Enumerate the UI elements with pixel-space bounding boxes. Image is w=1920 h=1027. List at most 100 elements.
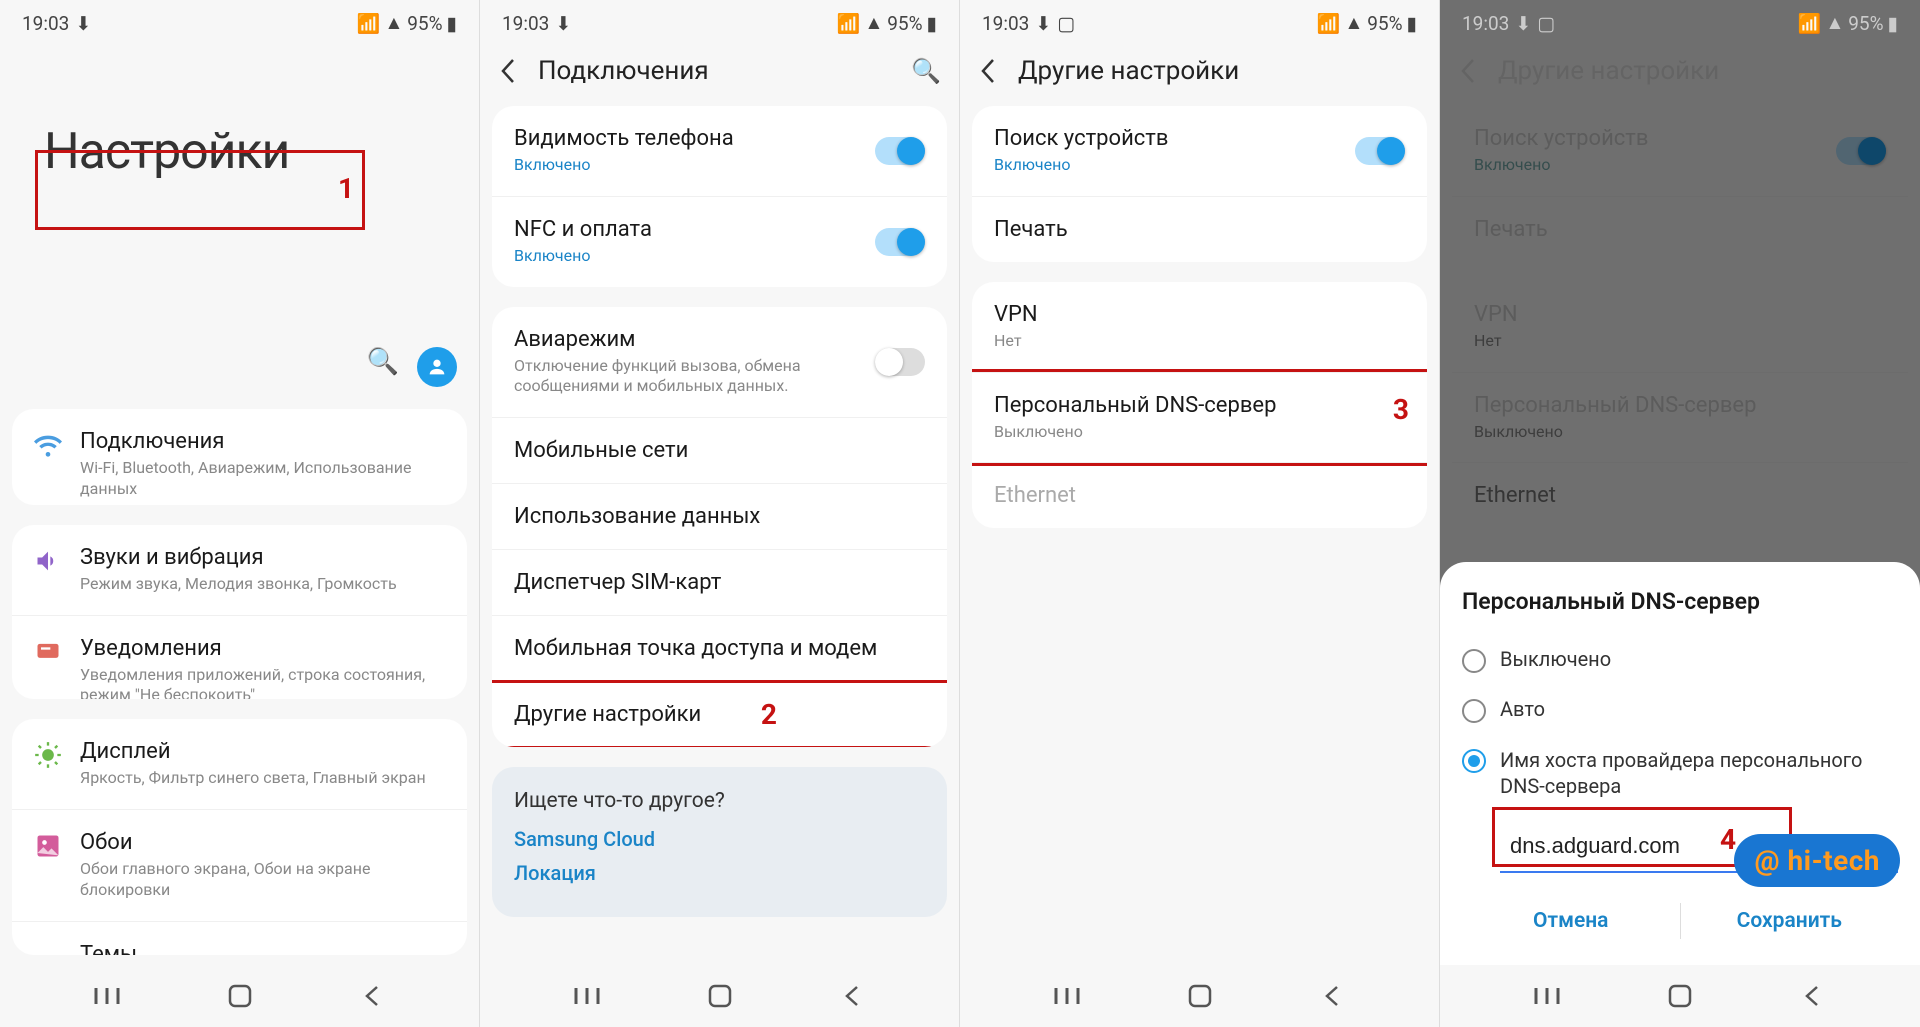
item-display[interactable]: Дисплей Яркость, Фильтр синего света, Гл…	[12, 719, 467, 810]
item-subtitle: Включено	[994, 155, 1405, 176]
back-icon[interactable]	[1458, 57, 1480, 85]
recents-button[interactable]	[572, 981, 602, 1011]
item-ethernet: Ethernet	[1452, 463, 1908, 528]
item-title: Поиск устройств	[994, 126, 1405, 151]
item-themes[interactable]: Темы	[12, 922, 467, 955]
signal-icon: ▲	[864, 11, 883, 35]
dialog-title: Персональный DNS-сервер	[1462, 588, 1898, 615]
back-button[interactable]	[838, 981, 868, 1011]
radio-label: Выключено	[1500, 647, 1611, 671]
item-connections[interactable]: Подключения Wi-Fi, Bluetooth, Авиарежим,…	[12, 409, 467, 505]
item-title: Подключения	[80, 429, 445, 454]
status-bar: 19:03 ⬇ ▢ 📶 ▲ 95% ▮	[960, 0, 1439, 46]
signal-icon: ▲	[1344, 11, 1363, 35]
radio-off[interactable]: Выключено	[1462, 635, 1898, 685]
home-button[interactable]	[705, 981, 735, 1011]
wifi-icon	[34, 431, 62, 459]
battery-text: 95%	[407, 12, 442, 35]
recents-button[interactable]	[1532, 981, 1562, 1011]
item-sounds[interactable]: Звуки и вибрация Режим звука, Мелодия зв…	[12, 525, 467, 616]
hint-link-location[interactable]: Локация	[514, 861, 925, 885]
back-icon[interactable]	[498, 57, 520, 85]
recents-button[interactable]	[92, 981, 122, 1011]
back-button[interactable]	[358, 981, 388, 1011]
image-icon: ▢	[1057, 12, 1075, 35]
radio-auto[interactable]: Авто	[1462, 685, 1898, 735]
home-button[interactable]	[1185, 981, 1215, 1011]
page-title: Настройки	[44, 123, 439, 181]
radio-icon	[1462, 649, 1486, 673]
item-nfc[interactable]: NFC и оплата Включено	[492, 197, 947, 287]
step-number: 2	[761, 698, 777, 731]
item-vpn[interactable]: VPN Нет	[972, 282, 1427, 373]
save-button[interactable]: Сохранить	[1681, 895, 1899, 947]
navigation-bar	[0, 965, 479, 1027]
item-more-connections[interactable]: Другие настройки 2	[492, 682, 947, 747]
item-data-usage[interactable]: Использование данных	[492, 484, 947, 550]
item-title: Другие настройки	[514, 702, 925, 727]
item-hotspot[interactable]: Мобильная точка доступа и модем	[492, 616, 947, 682]
cancel-button[interactable]: Отмена	[1462, 895, 1680, 947]
item-print[interactable]: Печать	[972, 197, 1427, 262]
wifi-icon: 📶	[837, 12, 861, 35]
status-time: 19:03	[1462, 12, 1509, 35]
item-title: Мобильная точка доступа и модем	[514, 636, 925, 661]
hint-link-samsung-cloud[interactable]: Samsung Cloud	[514, 827, 925, 851]
settings-group-1: Подключения Wi-Fi, Bluetooth, Авиарежим,…	[12, 409, 467, 505]
item-notifications[interactable]: Уведомления Уведомления приложений, стро…	[12, 616, 467, 700]
home-button[interactable]	[1665, 981, 1695, 1011]
item-title: Обои	[80, 830, 445, 855]
connections-group-2: Авиарежим Отключение функций вызова, обм…	[492, 307, 947, 748]
item-subtitle: Wi-Fi, Bluetooth, Авиарежим, Использован…	[80, 458, 445, 500]
item-title: Печать	[994, 217, 1405, 242]
more-group-2: VPN Нет Персональный DNS-сервер Выключен…	[972, 282, 1427, 529]
search-icon[interactable]: 🔍	[911, 57, 941, 85]
item-subtitle: Нет	[994, 331, 1405, 352]
item-device-search[interactable]: Поиск устройств Включено	[972, 106, 1427, 197]
item-subtitle: Отключение функций вызова, обмена сообще…	[514, 356, 834, 398]
item-ethernet: Ethernet	[972, 463, 1427, 528]
battery-icon: ▮	[1888, 12, 1898, 35]
item-phone-visibility[interactable]: Видимость телефона Включено	[492, 106, 947, 197]
connections-group-1: Видимость телефона Включено NFC и оплата…	[492, 106, 947, 287]
item-title: Ethernet	[994, 483, 1405, 508]
avatar[interactable]	[417, 347, 457, 387]
radio-hostname[interactable]: Имя хоста провайдера персонального DNS-с…	[1462, 735, 1898, 811]
item-private-dns[interactable]: Персональный DNS-сервер Выключено 3	[972, 373, 1427, 464]
item-airplane[interactable]: Авиарежим Отключение функций вызова, обм…	[492, 307, 947, 419]
battery-icon: ▮	[447, 12, 457, 35]
step-number: 1	[338, 172, 354, 205]
item-mobile-networks[interactable]: Мобильные сети	[492, 418, 947, 484]
item-title: Печать	[1474, 217, 1886, 242]
item-subtitle: Яркость, Фильтр синего света, Главный эк…	[80, 768, 426, 789]
item-wallpaper[interactable]: Обои Обои главного экрана, Обои на экран…	[12, 810, 467, 922]
item-subtitle: Режим звука, Мелодия звонка, Громкость	[80, 574, 397, 595]
screen-connections: 19:03 ⬇ 📶 ▲ 95% ▮ Подключения 🔍 Видимост…	[480, 0, 960, 1027]
toggle-switch[interactable]	[1355, 137, 1405, 165]
toggle-switch[interactable]	[875, 348, 925, 376]
item-title: Диспетчер SIM-карт	[514, 570, 925, 595]
item-sim-manager[interactable]: Диспетчер SIM-карт	[492, 550, 947, 616]
back-icon[interactable]	[978, 57, 1000, 85]
recents-button[interactable]	[1052, 981, 1082, 1011]
status-time: 19:03	[502, 12, 549, 35]
radio-label: Авто	[1500, 697, 1545, 721]
wifi-icon: 📶	[1798, 12, 1822, 35]
home-button[interactable]	[225, 981, 255, 1011]
status-bar: 19:03 ⬇ 📶 ▲ 95% ▮	[0, 0, 479, 46]
item-subtitle: Включено	[514, 155, 925, 176]
item-title: Звуки и вибрация	[80, 545, 397, 570]
image-icon: ▢	[1537, 12, 1555, 35]
toggle-switch[interactable]	[875, 228, 925, 256]
wallpaper-icon	[34, 832, 62, 860]
display-icon	[34, 741, 62, 769]
sound-icon	[34, 547, 62, 575]
back-button[interactable]	[1318, 981, 1348, 1011]
toggle-switch[interactable]	[875, 137, 925, 165]
search-icon[interactable]: 🔍	[367, 347, 399, 387]
step-number: 3	[1393, 393, 1409, 426]
item-title: Уведомления	[80, 636, 445, 661]
more-group-1-dimmed: Поиск устройств Включено Печать	[1452, 106, 1908, 262]
back-button[interactable]	[1798, 981, 1828, 1011]
navigation-bar	[480, 965, 959, 1027]
